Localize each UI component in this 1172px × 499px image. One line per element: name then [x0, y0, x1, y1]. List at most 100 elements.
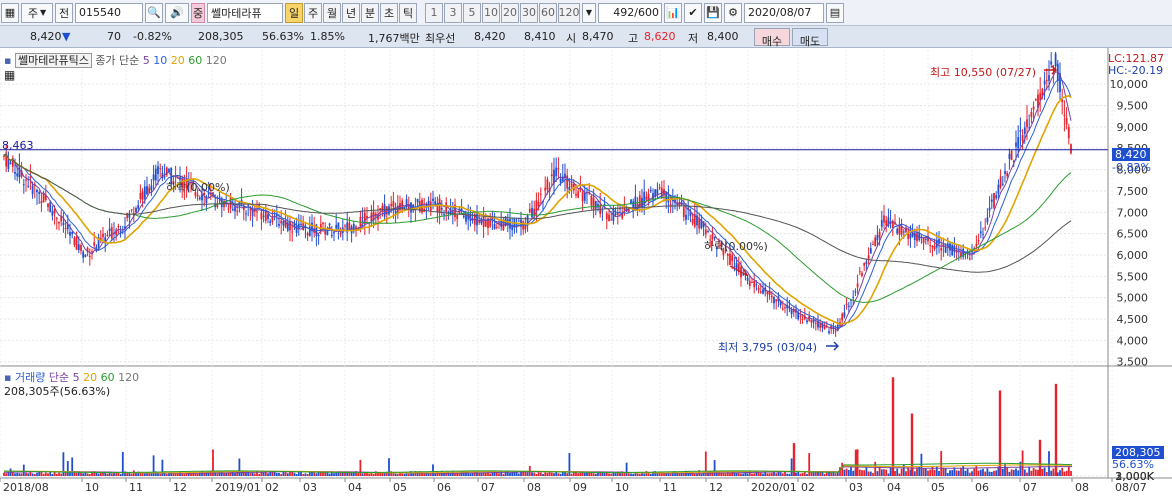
candle-body [753, 280, 756, 288]
volume-bar [872, 473, 874, 476]
candle-body [482, 215, 485, 227]
candle-body [634, 196, 637, 208]
interval-tab-5[interactable]: 5 [463, 2, 481, 23]
volume-bar [1001, 468, 1004, 476]
candle-body [1065, 117, 1068, 125]
volume-bar [964, 470, 967, 476]
x-axis-label: 11 [663, 481, 677, 494]
interval-dropdown[interactable]: ▼ [582, 2, 596, 23]
period-tab-6[interactable]: 틱 [399, 2, 417, 23]
volume-bar [553, 473, 555, 476]
panel-icon[interactable]: ▦ [1, 2, 19, 23]
candle-body [291, 231, 294, 233]
volume-bar [1030, 470, 1033, 476]
candle-body [152, 174, 155, 181]
candle-body [289, 221, 291, 231]
buy-button[interactable]: 매수 [754, 28, 790, 48]
candle-body [29, 176, 32, 179]
volume-bar [157, 473, 159, 476]
chart-canvas[interactable]: 10,0009,5009,0008,5008,0007,5007,0006,50… [0, 48, 1172, 496]
interval-tab-20[interactable]: 20 [501, 2, 519, 23]
volume-bar [700, 473, 703, 476]
sell-button[interactable]: 매도 [792, 28, 828, 48]
volume-bar [599, 472, 602, 476]
volume-bar [944, 468, 947, 476]
search-icon[interactable]: 🔍 [145, 2, 163, 23]
market-tab-all[interactable]: 전 [55, 2, 73, 23]
save-icon[interactable]: 💾 [704, 2, 722, 23]
volume-bar [524, 472, 527, 476]
candle-body [766, 291, 769, 295]
candle-body [993, 193, 995, 208]
market-select[interactable]: 주 ▼ [21, 2, 53, 23]
x-axis-label: 04 [348, 481, 362, 494]
stock-name-tag[interactable]: 쎌마테라퓨틱스 [14, 53, 92, 68]
ma20-legend[interactable]: 20 [171, 54, 185, 67]
candle-body [759, 291, 762, 293]
speaker-icon[interactable]: 🔊 [165, 2, 189, 23]
volume-bar [740, 473, 742, 476]
ma120-legend[interactable]: 120 [206, 54, 227, 67]
volume-bar [577, 473, 580, 476]
period-tab-0[interactable]: 일 [285, 2, 303, 23]
period-tab-3[interactable]: 년 [342, 2, 360, 23]
volume-bar [258, 473, 261, 476]
volume-bar [630, 473, 632, 476]
candle-body [27, 185, 30, 187]
price-axis-label: 10,000 [1110, 78, 1149, 91]
volume-bar [966, 468, 969, 476]
volume-bar [557, 473, 560, 476]
ma10-legend[interactable]: 10 [153, 54, 167, 67]
candle-body [898, 225, 901, 235]
period-tab-5[interactable]: 초 [380, 2, 398, 23]
volume-bar [80, 472, 82, 476]
count-field[interactable]: 492/600 [598, 2, 662, 23]
candle-body [731, 255, 734, 262]
price-chart-area[interactable]: 10,0009,5009,0008,5008,0007,5007,0006,50… [0, 48, 1172, 496]
volume-bar [264, 472, 267, 476]
volume-bar [808, 453, 811, 476]
interval-tab-120[interactable]: 120 [558, 2, 580, 23]
volume-bar [511, 472, 514, 476]
check-chart-icon[interactable]: ✔ [684, 2, 702, 23]
ma-legend-label[interactable]: 종가 단순 [95, 54, 139, 67]
interval-tab-30[interactable]: 30 [520, 2, 538, 23]
candle-body [256, 211, 258, 213]
candle-body [944, 247, 947, 253]
volume-bar [889, 467, 892, 476]
volume-bar [682, 473, 685, 476]
candle-body [84, 254, 87, 257]
volume-bar [977, 470, 980, 476]
candle-body [649, 189, 652, 192]
volume-bar [795, 472, 797, 476]
volume-bar [11, 472, 14, 476]
price-axis-label: 3,500 [1117, 356, 1149, 369]
date-field[interactable]: 2020/08/07 [744, 2, 824, 23]
gear-icon[interactable]: ⚙ [724, 2, 742, 23]
vma120-legend[interactable]: 120 [118, 371, 139, 384]
calendar-icon[interactable]: ▤ [826, 2, 844, 23]
interval-tab-10[interactable]: 10 [482, 2, 500, 23]
interval-tab-1[interactable]: 1 [425, 2, 443, 23]
ma5-legend[interactable]: 5 [143, 54, 150, 67]
stock-code-input[interactable]: 015540 [75, 2, 143, 23]
chart-tool-icon[interactable]: 📊 [664, 2, 682, 23]
grid-toggle-icon[interactable]: ▦ [4, 68, 15, 82]
period-tab-2[interactable]: 월 [323, 2, 341, 23]
volume-bar [759, 472, 762, 476]
period-tab-4[interactable]: 분 [361, 2, 379, 23]
candle-body [143, 186, 146, 199]
collapse-icon[interactable]: ▪ [4, 54, 11, 67]
candle-body [1034, 99, 1037, 101]
candle-body [509, 219, 511, 229]
period-tab-1[interactable]: 주 [304, 2, 322, 23]
volume-bar [403, 473, 406, 476]
volume-bar [194, 473, 197, 476]
price-axis-label: 6,000 [1117, 249, 1149, 262]
candle-body [755, 284, 758, 286]
volume-bar [33, 474, 36, 476]
interval-tab-3[interactable]: 3 [444, 2, 462, 23]
volume-bar [143, 473, 146, 476]
interval-tab-60[interactable]: 60 [539, 2, 557, 23]
ma60-legend[interactable]: 60 [188, 54, 202, 67]
